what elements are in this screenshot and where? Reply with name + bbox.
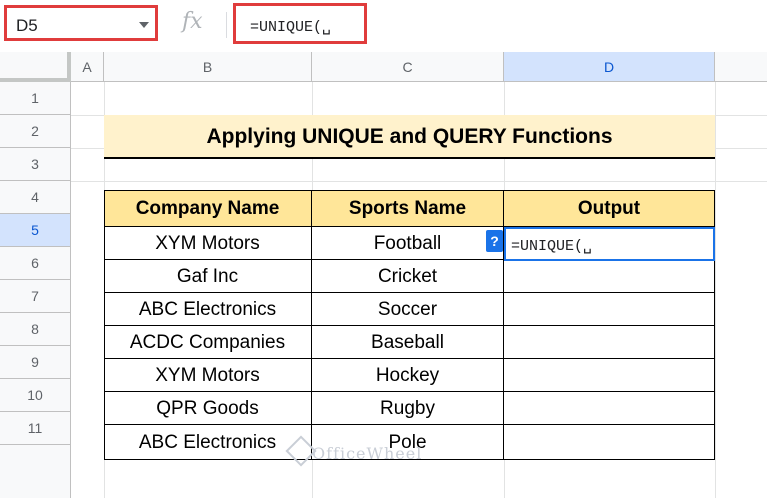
column-header-c[interactable]: C bbox=[312, 52, 504, 82]
sport-cell[interactable]: Football bbox=[312, 227, 504, 260]
header-company-name[interactable]: Company Name bbox=[104, 190, 312, 227]
sport-cell[interactable]: Hockey bbox=[312, 359, 504, 392]
row-header-1[interactable]: 1 bbox=[0, 82, 71, 115]
output-cell[interactable] bbox=[504, 260, 715, 293]
select-all-corner[interactable] bbox=[0, 52, 71, 82]
company-cell[interactable]: ABC Electronics bbox=[104, 293, 312, 326]
row-header-11[interactable]: 11 bbox=[0, 412, 71, 445]
formula-help-icon[interactable]: ? bbox=[486, 230, 503, 252]
row-header-9[interactable]: 9 bbox=[0, 346, 71, 379]
row-header-12[interactable] bbox=[0, 445, 71, 498]
sheet-title[interactable]: Applying UNIQUE and QUERY Functions bbox=[104, 115, 715, 159]
watermark: OfficeWheel bbox=[285, 435, 423, 467]
row-header-5[interactable]: 5 bbox=[0, 214, 71, 247]
formula-bar: D5 fx =UNIQUE(␣ bbox=[0, 0, 767, 53]
active-cell-d5[interactable]: =UNIQUE(␣ bbox=[504, 227, 715, 261]
company-cell[interactable]: QPR Goods bbox=[104, 392, 312, 425]
company-cell[interactable]: XYM Motors bbox=[104, 359, 312, 392]
name-box[interactable]: D5 bbox=[4, 5, 158, 41]
row-header-8[interactable]: 8 bbox=[0, 313, 71, 346]
gridline bbox=[71, 181, 767, 182]
active-cell-text: =UNIQUE(␣ bbox=[511, 238, 593, 255]
row-header-3[interactable]: 3 bbox=[0, 148, 71, 181]
fx-icon: fx bbox=[182, 9, 203, 34]
sport-cell[interactable]: Rugby bbox=[312, 392, 504, 425]
chevron-down-icon[interactable] bbox=[139, 22, 149, 28]
formula-input-text: =UNIQUE(␣ bbox=[250, 19, 332, 36]
row-header-2[interactable]: 2 bbox=[0, 115, 71, 148]
company-cell[interactable]: ACDC Companies bbox=[104, 326, 312, 359]
divider bbox=[226, 12, 227, 38]
row-header-7[interactable]: 7 bbox=[0, 280, 71, 313]
formula-input[interactable]: =UNIQUE(␣ bbox=[233, 3, 367, 44]
sport-cell[interactable]: Baseball bbox=[312, 326, 504, 359]
row-header-4[interactable]: 4 bbox=[0, 181, 71, 214]
header-sports-name[interactable]: Sports Name bbox=[312, 190, 504, 227]
output-cell[interactable] bbox=[504, 326, 715, 359]
output-cell[interactable] bbox=[504, 293, 715, 326]
company-cell[interactable]: ABC Electronics bbox=[104, 425, 312, 460]
column-header-b[interactable]: B bbox=[104, 52, 312, 82]
sport-cell[interactable]: Cricket bbox=[312, 260, 504, 293]
column-header-a[interactable]: A bbox=[71, 52, 104, 82]
company-cell[interactable]: Gaf Inc bbox=[104, 260, 312, 293]
column-header-e[interactable] bbox=[715, 52, 767, 82]
output-cell[interactable] bbox=[504, 425, 715, 460]
row-header-6[interactable]: 6 bbox=[0, 247, 71, 280]
output-cell[interactable] bbox=[504, 359, 715, 392]
spreadsheet-grid: A B C D 1 2 3 4 5 6 7 8 9 10 11 Applying… bbox=[0, 52, 767, 498]
row-header-10[interactable]: 10 bbox=[0, 379, 71, 412]
sport-cell[interactable]: Soccer bbox=[312, 293, 504, 326]
name-box-value: D5 bbox=[16, 16, 38, 35]
header-output[interactable]: Output bbox=[504, 190, 715, 227]
watermark-text: OfficeWheel bbox=[312, 444, 423, 463]
company-cell[interactable]: XYM Motors bbox=[104, 227, 312, 260]
gridline bbox=[715, 82, 716, 498]
column-header-d[interactable]: D bbox=[504, 52, 715, 82]
output-cell[interactable] bbox=[504, 392, 715, 425]
